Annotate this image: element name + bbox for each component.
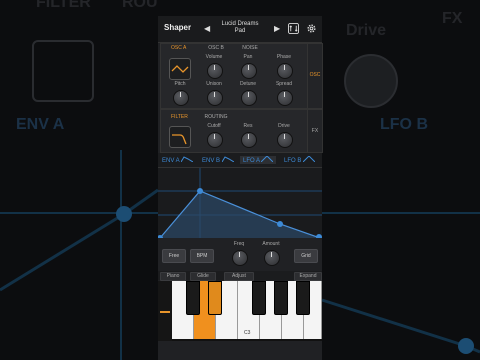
page-title: Shaper [164,23,192,32]
mod-wheel[interactable] [158,281,172,341]
gear-icon[interactable] [306,23,317,34]
octave-label: C3 [244,330,251,336]
tab-osc-b[interactable]: OSC B [201,45,231,51]
spread-label: Spread [275,81,293,87]
black-key[interactable] [186,281,200,315]
lfo-curve-canvas [157,168,322,241]
grid-button[interactable]: Grid [294,249,318,263]
lfo-node-handle [316,234,322,240]
fx-side-tab[interactable]: FX [307,109,323,153]
res-knob[interactable] [241,132,257,148]
keyboard-toolbar: Piano Glide Adjust Expand [158,271,322,281]
volume-label: Volume [205,54,223,60]
lfo-graph[interactable] [157,168,322,241]
top-bar: Shaper ◀ Lucid Dreams Pad ▶ [158,16,322,43]
detune-label: Detune [239,81,257,87]
pan-label: Pan [243,54,253,60]
res-label: Res [243,123,253,129]
tab-env-a-label: ENV A [162,158,180,164]
prev-preset-button[interactable]: ◀ [204,24,210,33]
tab-env-b[interactable]: ENV B [202,156,234,164]
triangle-wave-icon [171,65,189,73]
tab-routing[interactable]: ROUTING [201,114,231,120]
tab-noise[interactable]: NOISE [235,45,265,51]
piano-button[interactable]: Piano [160,272,186,281]
osc-side-tab[interactable]: OSC [307,43,323,109]
lowpass-filter-icon [172,134,187,145]
bg-node [458,338,474,354]
free-button[interactable]: Free [162,249,186,263]
next-preset-button[interactable]: ▶ [274,24,280,33]
tab-lfo-a-label: LFO A [243,158,260,164]
piano-keyboard[interactable]: C3 [158,281,322,341]
preset-name-line1: Lucid Dreams [221,21,259,27]
cutoff-label: Cutoff [207,123,221,129]
osc-waveform-selector[interactable] [169,58,191,80]
black-key[interactable] [208,281,222,315]
lfo-controls: Free BPM Freq Amount Grid [158,241,322,269]
mod-wheel-indicator [160,311,170,313]
tab-lfo-b[interactable]: LFO B [284,155,316,164]
unison-knob[interactable] [207,90,223,106]
amount-knob[interactable] [264,250,280,266]
pitch-label: Pitch [174,81,186,87]
lfo-node-handle [277,221,283,227]
pitch-knob[interactable] [173,90,189,106]
fx-side-tab-label: FX [311,128,319,134]
black-key[interactable] [252,281,266,315]
filter-panel: FILTER ROUTING Cutoff Res Drive [160,109,308,153]
tab-lfo-b-label: LFO B [284,158,302,164]
phase-label: Phase [276,54,292,60]
tab-env-a[interactable]: ENV A [162,156,194,164]
amount-label: Amount [262,241,280,247]
osc-panel: OSC A OSC B NOISE Volume Pan Phase Pitch… [160,43,308,109]
envelope-icon [180,156,194,163]
triangle-wave-icon [302,155,316,163]
unison-label: Unison [206,81,222,87]
mod-tabs: ENV A ENV B LFO A LFO B [158,153,322,168]
drive-label: Drive [278,123,290,129]
bg-node [116,206,132,222]
tab-lfo-a[interactable]: LFO A [240,155,277,164]
tab-filter[interactable]: FILTER [171,114,201,120]
filter-type-selector[interactable] [169,126,191,148]
black-key[interactable] [274,281,288,315]
freq-label: Freq [233,241,245,247]
tab-osc-a[interactable]: OSC A [171,45,201,51]
routing-icon[interactable] [288,23,299,34]
expand-button[interactable]: Expand [294,272,322,281]
freq-knob[interactable] [232,250,248,266]
cutoff-knob[interactable] [207,132,223,148]
detune-knob[interactable] [241,90,257,106]
osc-side-tab-label: OSC [309,72,321,78]
tab-env-b-label: ENV B [202,158,221,164]
glide-button[interactable]: Glide [190,272,216,281]
spread-knob[interactable] [277,90,293,106]
synth-app: Shaper ◀ Lucid Dreams Pad ▶ OSC A OSC B … [157,16,323,360]
preset-name-line2: Pad [234,28,246,34]
drive-knob[interactable] [277,132,293,148]
volume-knob[interactable] [207,63,223,79]
triangle-wave-icon [261,155,274,163]
adjust-button[interactable]: Adjust [224,272,254,281]
phase-knob[interactable] [277,63,293,79]
preset-name[interactable]: Lucid Dreams Pad [216,21,264,35]
black-key[interactable] [296,281,310,315]
pan-knob[interactable] [241,63,257,79]
envelope-icon [221,156,234,163]
lfo-node-handle [197,188,203,194]
bpm-button[interactable]: BPM [190,249,214,263]
